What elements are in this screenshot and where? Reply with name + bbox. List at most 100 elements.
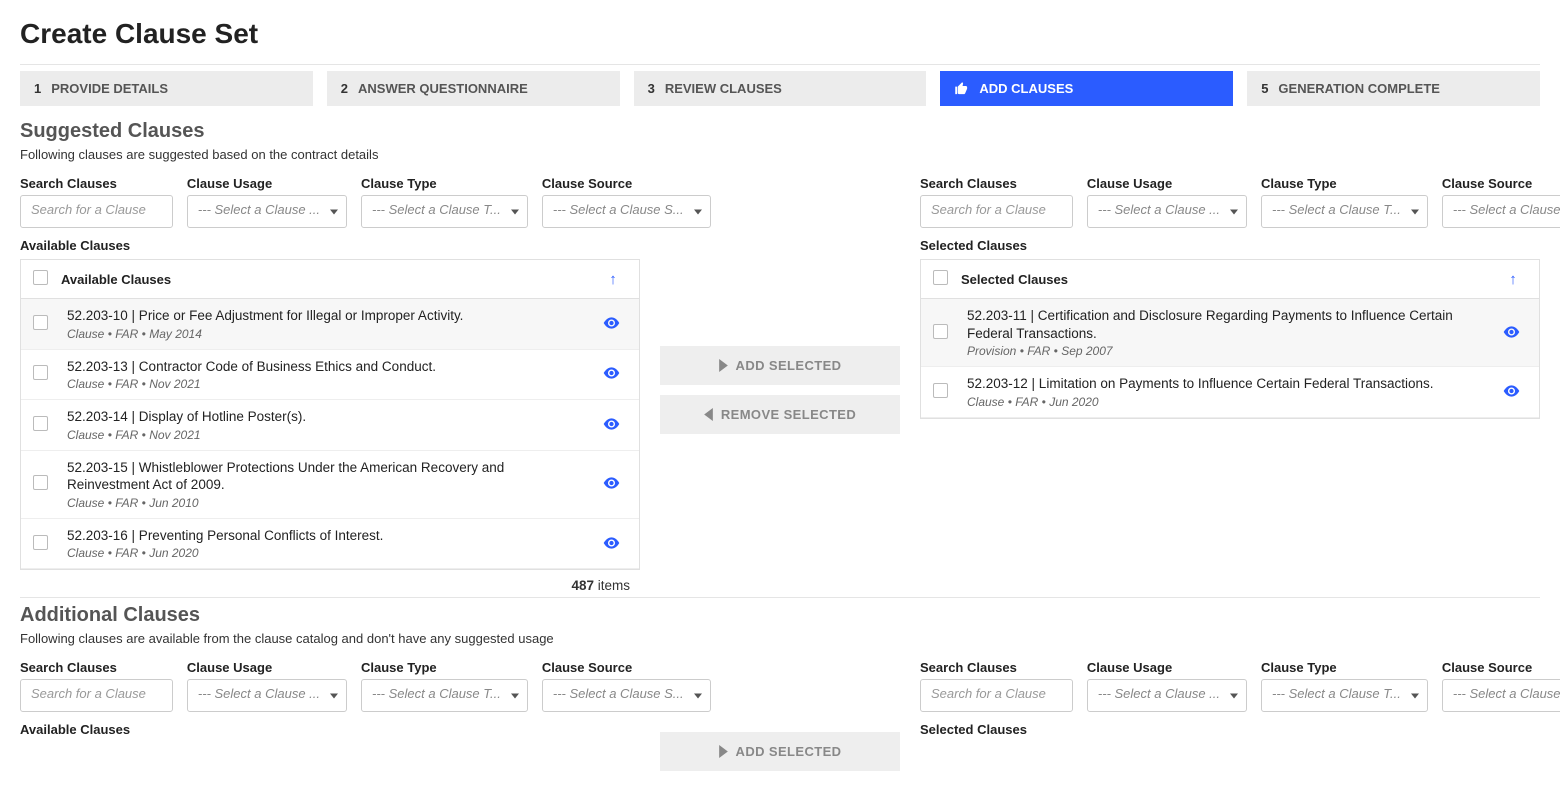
usage-select[interactable]: --- Select a Clause ... [187, 195, 347, 228]
filter-search: Search Clauses Search for a Clause [920, 176, 1073, 228]
add-selected-button[interactable]: ADD SELECTED [660, 346, 900, 385]
view-icon[interactable] [595, 417, 627, 433]
wizard-steps: 1 PROVIDE DETAILS 2 ANSWER QUESTIONNAIRE… [20, 71, 1540, 106]
view-icon[interactable] [595, 316, 627, 332]
filter-type: Clause Type --- Select a Clause T... [1261, 660, 1428, 712]
available-tbody[interactable]: 52.203-10 | Price or Fee Adjustment for … [21, 299, 639, 569]
filters-left: Search Clauses Search for a Clause Claus… [20, 176, 640, 228]
additional-selected-pane: Search Clauses Search for a Clause Claus… [920, 660, 1540, 743]
usage-select[interactable]: --- Select a Clause ... [1087, 195, 1247, 228]
clause-title: 52.203-11 | Certification and Disclosure… [967, 307, 1489, 342]
sort-asc-icon[interactable]: ↑ [1499, 271, 1527, 288]
step-label: ADD CLAUSES [979, 81, 1073, 96]
select-placeholder: --- Select a Clause T... [1272, 202, 1401, 217]
sort-asc-icon[interactable]: ↑ [599, 271, 627, 288]
step-generation-complete[interactable]: 5 GENERATION COMPLETE [1247, 71, 1540, 106]
column-header[interactable]: Available Clauses [61, 272, 599, 287]
filter-type: Clause Type --- Select a Clause T... [361, 660, 528, 712]
step-label: GENERATION COMPLETE [1278, 81, 1440, 96]
source-label: Clause Source [1442, 176, 1560, 191]
select-placeholder: --- Select a Clause ... [1098, 202, 1220, 217]
filters-left: Search Clauses Search for a Clause Claus… [20, 660, 640, 712]
filter-usage: Clause Usage --- Select a Clause ... [187, 176, 347, 228]
row-checkbox[interactable] [933, 324, 961, 342]
row-checkbox[interactable] [933, 383, 961, 401]
caret-down-icon [694, 209, 702, 214]
button-label: ADD SELECTED [736, 358, 842, 373]
available-table: Available Clauses ↑ 52.203-10 | Price or… [20, 259, 640, 570]
search-input[interactable]: Search for a Clause [920, 679, 1073, 712]
search-label: Search Clauses [20, 176, 173, 191]
available-label: Available Clauses [20, 722, 640, 737]
filter-search: Search Clauses Search for a Clause [920, 660, 1073, 712]
step-provide-details[interactable]: 1 PROVIDE DETAILS [20, 71, 313, 106]
items-count-number: 487 [571, 578, 594, 593]
select-placeholder: --- Select a Clause S... [553, 202, 684, 217]
search-input[interactable]: Search for a Clause [20, 679, 173, 712]
select-placeholder: --- Select a Clause S... [1453, 202, 1560, 217]
view-icon[interactable] [595, 476, 627, 492]
select-all-checkbox[interactable] [33, 270, 61, 288]
step-add-clauses[interactable]: ADD CLAUSES [940, 71, 1233, 106]
remove-selected-button[interactable]: REMOVE SELECTED [660, 395, 900, 434]
filter-usage: Clause Usage --- Select a Clause ... [1087, 660, 1247, 712]
row-checkbox[interactable] [33, 315, 61, 333]
clause-meta: Provision • FAR • Sep 2007 [967, 344, 1489, 358]
step-review-clauses[interactable]: 3 REVIEW CLAUSES [634, 71, 927, 106]
view-icon[interactable] [1495, 384, 1527, 400]
available-label: Available Clauses [20, 238, 640, 253]
caret-down-icon [330, 209, 338, 214]
type-select[interactable]: --- Select a Clause T... [1261, 195, 1428, 228]
caret-down-icon [511, 209, 519, 214]
clause-meta: Clause • FAR • Nov 2021 [67, 428, 589, 442]
button-label: ADD SELECTED [736, 744, 842, 759]
search-input[interactable]: Search for a Clause [20, 195, 173, 228]
filter-source: Clause Source --- Select a Clause S... [1442, 660, 1560, 712]
table-header: Available Clauses ↑ [21, 260, 639, 299]
step-number: 1 [34, 81, 41, 96]
caret-down-icon [1230, 209, 1238, 214]
add-selected-button[interactable]: ADD SELECTED [660, 732, 900, 771]
filter-search: Search Clauses Search for a Clause [20, 176, 173, 228]
source-select[interactable]: --- Select a Clause S... [1442, 195, 1560, 228]
table-header: Selected Clauses ↑ [921, 260, 1539, 299]
page-title: Create Clause Set [20, 18, 1540, 50]
table-row[interactable]: 52.203-12 | Limitation on Payments to In… [921, 367, 1539, 418]
clause-title: 52.203-13 | Contractor Code of Business … [67, 358, 589, 376]
table-row[interactable]: 52.203-16 | Preventing Personal Conflict… [21, 519, 639, 569]
filter-type: Clause Type --- Select a Clause T... [1261, 176, 1428, 228]
select-placeholder: --- Select a Clause S... [553, 686, 684, 701]
table-row[interactable]: 52.203-15 | Whistleblower Protections Un… [21, 451, 639, 519]
row-checkbox[interactable] [33, 475, 61, 493]
table-row[interactable]: 52.203-11 | Certification and Disclosure… [921, 299, 1539, 367]
type-select[interactable]: --- Select a Clause T... [361, 195, 528, 228]
view-icon[interactable] [1495, 325, 1527, 341]
select-all-checkbox[interactable] [933, 270, 961, 288]
view-icon[interactable] [595, 536, 627, 552]
select-placeholder: --- Select a Clause ... [1098, 686, 1220, 701]
step-number: 2 [341, 81, 348, 96]
source-select[interactable]: --- Select a Clause S... [542, 195, 711, 228]
source-select[interactable]: --- Select a Clause S... [542, 679, 711, 712]
type-select[interactable]: --- Select a Clause T... [1261, 679, 1428, 712]
step-label: PROVIDE DETAILS [51, 81, 168, 96]
filter-usage: Clause Usage --- Select a Clause ... [1087, 176, 1247, 228]
row-checkbox[interactable] [33, 535, 61, 553]
usage-select[interactable]: --- Select a Clause ... [1087, 679, 1247, 712]
source-select[interactable]: --- Select a Clause S... [1442, 679, 1560, 712]
view-icon[interactable] [595, 366, 627, 382]
type-label: Clause Type [361, 176, 528, 191]
table-row[interactable]: 52.203-13 | Contractor Code of Business … [21, 350, 639, 401]
table-row[interactable]: 52.203-10 | Price or Fee Adjustment for … [21, 299, 639, 350]
search-label: Search Clauses [20, 660, 173, 675]
column-header[interactable]: Selected Clauses [961, 272, 1499, 287]
row-checkbox[interactable] [33, 365, 61, 383]
thumbs-up-icon [954, 81, 969, 96]
table-row[interactable]: 52.203-14 | Display of Hotline Poster(s)… [21, 400, 639, 451]
usage-select[interactable]: --- Select a Clause ... [187, 679, 347, 712]
search-label: Search Clauses [920, 176, 1073, 191]
search-input[interactable]: Search for a Clause [920, 195, 1073, 228]
step-answer-questionnaire[interactable]: 2 ANSWER QUESTIONNAIRE [327, 71, 620, 106]
type-select[interactable]: --- Select a Clause T... [361, 679, 528, 712]
row-checkbox[interactable] [33, 416, 61, 434]
